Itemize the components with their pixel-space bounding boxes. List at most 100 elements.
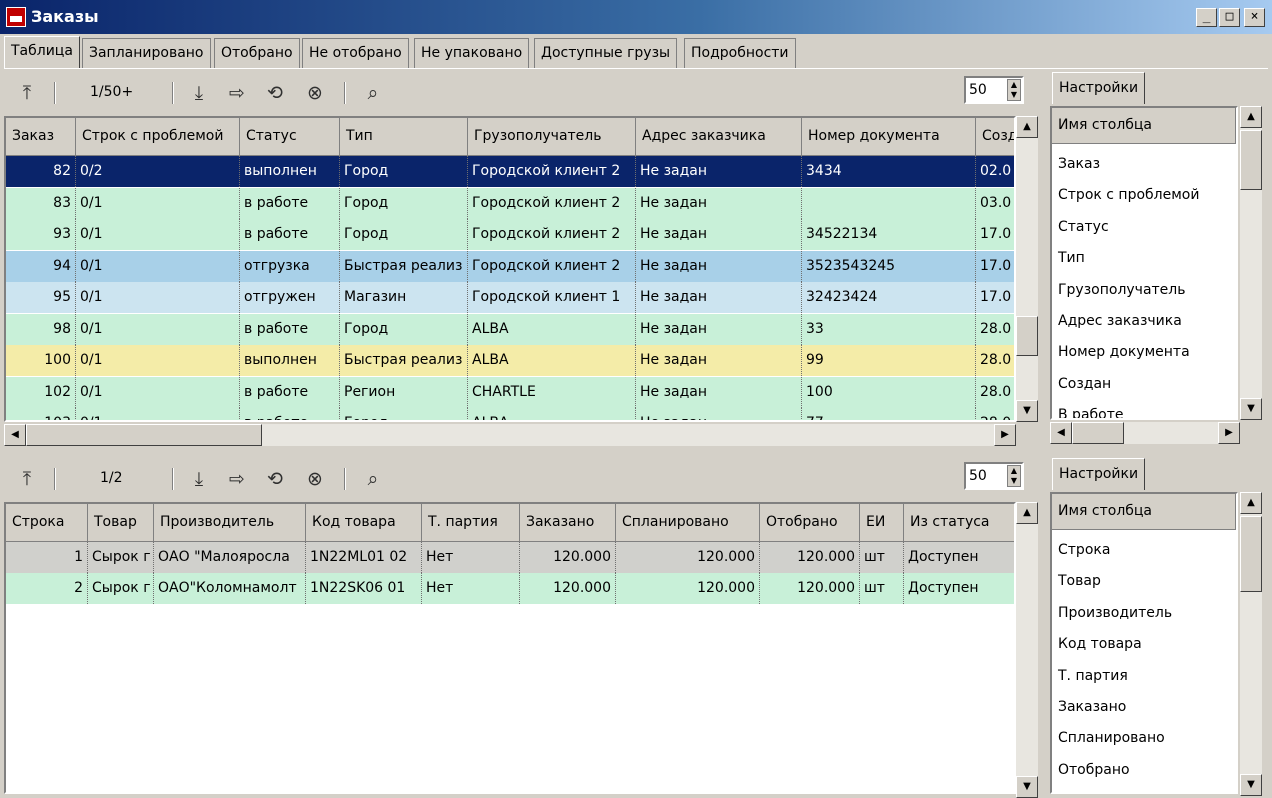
scroll-right-icon[interactable]: ▶ bbox=[994, 424, 1016, 446]
spinner-arrows-icon[interactable]: ▲ ▼ bbox=[1007, 79, 1021, 101]
orders-vscroll[interactable]: ▲ ▼ bbox=[1016, 116, 1038, 422]
col-header-product[interactable]: Товар bbox=[88, 504, 154, 542]
tab-not-picked[interactable]: Не отобрано bbox=[302, 38, 409, 68]
column-list-item[interactable]: Т. партия bbox=[1058, 668, 1128, 684]
scroll-down-icon[interactable]: ▼ bbox=[1240, 774, 1262, 796]
col-header-from-status[interactable]: Из статуса bbox=[904, 504, 1014, 542]
table-row[interactable]: 100 0/1 выполнен Быстрая реализ ALBA Не задан… bbox=[6, 345, 1014, 376]
table-row[interactable]: 93 0/1 в работе Город Городской клиент 2 Не з… bbox=[6, 219, 1014, 250]
table-row[interactable]: 82 0/2 выполнен Город Городской клиент 2 Не з… bbox=[6, 156, 1014, 187]
column-name-header[interactable]: Имя столбца bbox=[1052, 494, 1236, 530]
cancel-icon[interactable]: ⊗ bbox=[302, 80, 328, 106]
orders-hscroll[interactable]: ◀ ▶ bbox=[4, 424, 1016, 446]
col-header-problem-lines[interactable]: Строк с проблемой bbox=[76, 118, 240, 156]
export-icon[interactable]: ⇨ bbox=[224, 466, 250, 492]
lines-settings-vscroll[interactable]: ▲ ▼ bbox=[1240, 492, 1262, 796]
col-header-picked[interactable]: Отобрано bbox=[760, 504, 860, 542]
close-button[interactable]: × bbox=[1244, 8, 1265, 27]
scroll-right-icon[interactable]: ▶ bbox=[1218, 422, 1240, 444]
column-list-item[interactable]: Код товара bbox=[1058, 636, 1142, 652]
table-row[interactable]: 102 0/1 в работе Регион CHARTLE Не задан 100 28… bbox=[6, 376, 1014, 408]
download-icon[interactable]: ⤓ bbox=[186, 466, 212, 492]
minimize-button[interactable]: _ bbox=[1196, 8, 1217, 27]
tab-available-cargo[interactable]: Доступные грузы bbox=[534, 38, 678, 68]
col-header-order[interactable]: Заказ bbox=[6, 118, 76, 156]
scroll-thumb[interactable] bbox=[1016, 316, 1038, 356]
col-header-doc-number[interactable]: Номер документа bbox=[802, 118, 976, 156]
lines-settings-tab[interactable]: Настройки bbox=[1052, 458, 1146, 490]
table-row[interactable]: 2 Сырок г ОАО"Коломнамолт 1N22SK06 01 Нет 120… bbox=[6, 573, 1014, 604]
table-row[interactable]: 94 0/1 отгрузка Быстрая реализ Городской кли… bbox=[6, 250, 1014, 282]
column-list-item[interactable]: Номер документа bbox=[1058, 344, 1190, 360]
scroll-left-icon[interactable]: ◀ bbox=[1050, 422, 1072, 444]
column-list-item[interactable]: Строка bbox=[1058, 542, 1110, 558]
download-icon[interactable]: ⤓ bbox=[186, 80, 212, 106]
col-header-unit[interactable]: ЕИ bbox=[860, 504, 904, 542]
column-name-header[interactable]: Имя столбца bbox=[1052, 108, 1236, 144]
column-list-item[interactable]: Отобрано bbox=[1058, 762, 1130, 778]
export-icon[interactable]: ⇨ bbox=[224, 80, 250, 106]
orders-settings-hscroll[interactable]: ◀ ▶ bbox=[1050, 422, 1240, 444]
scroll-up-icon[interactable]: ▲ bbox=[1016, 502, 1038, 524]
col-header-product-code[interactable]: Код товара bbox=[306, 504, 422, 542]
col-header-planned[interactable]: Спланировано bbox=[616, 504, 760, 542]
column-list-item[interactable]: В работе bbox=[1058, 407, 1124, 418]
hscroll-thumb[interactable] bbox=[1072, 422, 1124, 444]
column-list-item[interactable]: Тип bbox=[1058, 250, 1085, 266]
scroll-up-icon[interactable]: ▲ bbox=[1240, 492, 1262, 514]
col-header-status[interactable]: Статус bbox=[240, 118, 340, 156]
preview-icon[interactable]: ⌕ bbox=[360, 80, 386, 106]
column-list-item[interactable]: Статус bbox=[1058, 219, 1109, 235]
column-list-item[interactable]: Спланировано bbox=[1058, 730, 1165, 746]
column-list-item[interactable]: Товар bbox=[1058, 573, 1101, 589]
scroll-up-icon[interactable]: ▲ bbox=[1016, 116, 1038, 138]
table-row[interactable]: 95 0/1 отгружен Магазин Городской клиент 1 Не… bbox=[6, 282, 1014, 313]
column-list-item[interactable]: Заказано bbox=[1058, 699, 1126, 715]
refresh-icon[interactable]: ⟲ bbox=[262, 80, 288, 106]
orders-settings-vscroll[interactable]: ▲ ▼ bbox=[1240, 106, 1262, 420]
refresh-icon[interactable]: ⟲ bbox=[262, 466, 288, 492]
column-list-item[interactable]: Адрес заказчика bbox=[1058, 313, 1182, 329]
tab-picked[interactable]: Отобрано bbox=[214, 38, 300, 68]
scroll-up-icon[interactable]: ▲ bbox=[1240, 106, 1262, 128]
column-list-item[interactable]: Заказ bbox=[1058, 156, 1100, 172]
move-top-icon[interactable]: ⤒ bbox=[14, 80, 40, 106]
col-header-line[interactable]: Строка bbox=[6, 504, 88, 542]
tab-planned[interactable]: Запланировано bbox=[82, 38, 211, 68]
scroll-down-icon[interactable]: ▼ bbox=[1016, 776, 1038, 798]
table-row[interactable]: 98 0/1 в работе Город ALBA Не задан 33 28.0 bbox=[6, 313, 1014, 345]
scroll-thumb[interactable] bbox=[1240, 130, 1262, 190]
col-header-customer-address[interactable]: Адрес заказчика bbox=[636, 118, 802, 156]
scroll-down-icon[interactable]: ▼ bbox=[1240, 398, 1262, 420]
move-top-icon[interactable]: ⤒ bbox=[14, 466, 40, 492]
col-header-manufacturer[interactable]: Производитель bbox=[154, 504, 306, 542]
table-cell: 0/1 bbox=[76, 187, 240, 219]
table-row[interactable]: 1030/1в работеГородALBAНе задан7728.0 bbox=[6, 408, 1014, 420]
page-size-spinner[interactable]: 50 ▲ ▼ bbox=[964, 462, 1024, 490]
col-header-batch[interactable]: Т. партия bbox=[422, 504, 520, 542]
orders-settings-tab[interactable]: Настройки bbox=[1052, 72, 1146, 104]
scroll-thumb[interactable] bbox=[1240, 516, 1262, 592]
column-list-item[interactable]: Строк с проблемой bbox=[1058, 187, 1199, 203]
tab-details[interactable]: Подробности bbox=[684, 38, 796, 68]
column-list-item[interactable]: Создан bbox=[1058, 376, 1111, 392]
table-row[interactable]: 1 Сырок г ОАО "Малояросла 1N22ML01 02 Нет 120… bbox=[6, 542, 1014, 573]
col-header-type[interactable]: Тип bbox=[340, 118, 468, 156]
maximize-button[interactable]: □ bbox=[1219, 8, 1240, 27]
lines-vscroll[interactable]: ▲ ▼ bbox=[1016, 502, 1038, 798]
hscroll-thumb[interactable] bbox=[26, 424, 262, 446]
cancel-icon[interactable]: ⊗ bbox=[302, 466, 328, 492]
column-list-item[interactable]: Производитель bbox=[1058, 605, 1172, 621]
col-header-created[interactable]: Созд bbox=[976, 118, 1014, 156]
preview-icon[interactable]: ⌕ bbox=[360, 466, 386, 492]
page-size-spinner[interactable]: 50 ▲ ▼ bbox=[964, 76, 1024, 104]
table-row[interactable]: 83 0/1 в работе Город Городской клиент 2 Не з… bbox=[6, 187, 1014, 219]
tab-table[interactable]: Таблица bbox=[4, 36, 80, 69]
spinner-arrows-icon[interactable]: ▲ ▼ bbox=[1007, 465, 1021, 487]
scroll-down-icon[interactable]: ▼ bbox=[1016, 400, 1038, 422]
tab-not-packed[interactable]: Не упаковано bbox=[414, 38, 530, 68]
col-header-ordered[interactable]: Заказано bbox=[520, 504, 616, 542]
column-list-item[interactable]: Грузополучатель bbox=[1058, 282, 1186, 298]
col-header-consignee[interactable]: Грузополучатель bbox=[468, 118, 636, 156]
scroll-left-icon[interactable]: ◀ bbox=[4, 424, 26, 446]
